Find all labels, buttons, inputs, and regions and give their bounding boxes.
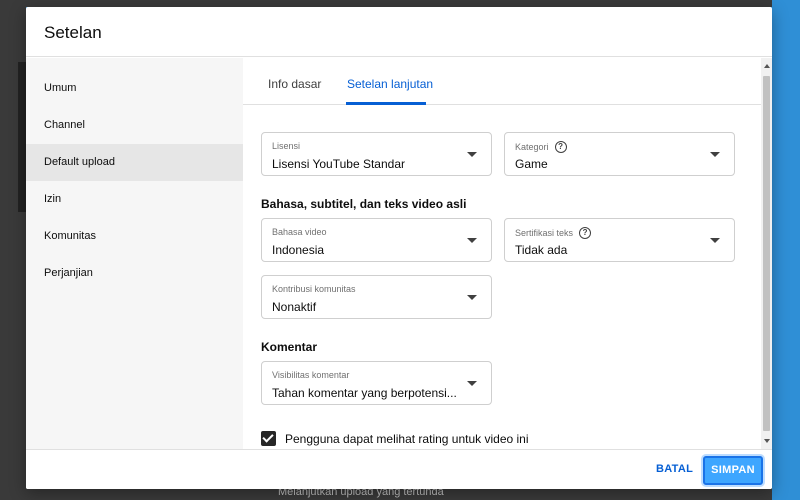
comment-visibility-label: Visibilitas komentar (272, 370, 350, 380)
help-icon[interactable]: ? (579, 227, 592, 239)
comment-visibility-dropdown[interactable]: Visibilitas komentar Tahan komentar yang… (261, 361, 492, 405)
cancel-button[interactable]: BATAL (656, 463, 693, 475)
dialog-header: Setelan (26, 7, 772, 57)
rating-visible-row[interactable]: Pengguna dapat melihat rating untuk vide… (261, 431, 529, 446)
category-label: Kategori (515, 142, 549, 152)
active-tab-indicator (346, 102, 426, 105)
dialog-title: Setelan (44, 23, 102, 42)
chevron-down-icon (710, 152, 720, 157)
sidebar-item-default-upload[interactable]: Default upload (26, 144, 243, 181)
section-title-language: Bahasa, subtitel, dan teks video asli (261, 197, 467, 211)
comment-visibility-value: Tahan komentar yang berpotensi... (272, 386, 457, 400)
video-language-label: Bahasa video (272, 227, 327, 237)
background-thumbnail (18, 62, 26, 212)
scroll-thumb[interactable] (763, 76, 770, 431)
sidebar-item-perjanjian[interactable]: Perjanjian (26, 255, 243, 292)
tab-setelan-lanjutan[interactable]: Setelan lanjutan (347, 77, 433, 91)
background-left (0, 0, 26, 500)
background-right (772, 0, 800, 500)
chevron-down-icon (467, 238, 477, 243)
community-contrib-dropdown[interactable]: Kontribusi komunitas Nonaktif (261, 275, 492, 319)
license-value: Lisensi YouTube Standar (272, 157, 405, 171)
settings-sidebar: Umum Channel Default upload Izin Komunit… (26, 58, 243, 449)
sidebar-item-channel[interactable]: Channel (26, 107, 243, 144)
rating-visible-checkbox[interactable] (261, 431, 276, 446)
license-label: Lisensi (272, 141, 301, 151)
tab-bar: Info dasar Setelan lanjutan (243, 58, 761, 105)
settings-dialog: Setelan Umum Channel Default upload Izin… (26, 7, 772, 489)
rating-visible-label: Pengguna dapat melihat rating untuk vide… (285, 431, 529, 446)
help-icon[interactable]: ? (554, 141, 567, 153)
caption-cert-dropdown[interactable]: Sertifikasi teks ? Tidak ada (504, 218, 735, 262)
sidebar-item-umum[interactable]: Umum (26, 70, 243, 107)
background-bottom: Melanjutkan upload yang tertunda (26, 486, 772, 500)
save-button[interactable]: SIMPAN (703, 456, 763, 485)
community-contrib-value: Nonaktif (272, 300, 317, 314)
sidebar-item-komunitas[interactable]: Komunitas (26, 218, 243, 255)
background-top (26, 0, 772, 7)
community-contrib-label: Kontribusi komunitas (272, 284, 356, 294)
tab-info-dasar[interactable]: Info dasar (268, 77, 321, 91)
section-title-comments: Komentar (261, 340, 318, 354)
content-scrollbar[interactable] (761, 58, 772, 449)
video-language-value: Indonesia (272, 243, 325, 257)
caption-cert-value: Tidak ada (515, 243, 568, 257)
category-dropdown[interactable]: Kategori ? Game (504, 132, 735, 176)
license-dropdown[interactable]: Lisensi Lisensi YouTube Standar (261, 132, 492, 176)
scroll-up-icon[interactable] (764, 64, 770, 68)
settings-content: Info dasar Setelan lanjutan Lisensi Lise… (243, 58, 772, 449)
scroll-down-icon[interactable] (764, 439, 770, 443)
caption-cert-label: Sertifikasi teks (515, 228, 574, 238)
chevron-down-icon (467, 381, 477, 386)
chevron-down-icon (467, 295, 477, 300)
chevron-down-icon (467, 152, 477, 157)
category-value: Game (515, 157, 548, 171)
dialog-footer: BATAL SIMPAN (26, 449, 772, 489)
chevron-down-icon (710, 238, 720, 243)
video-language-dropdown[interactable]: Bahasa video Indonesia (261, 218, 492, 262)
sidebar-item-izin[interactable]: Izin (26, 181, 243, 218)
